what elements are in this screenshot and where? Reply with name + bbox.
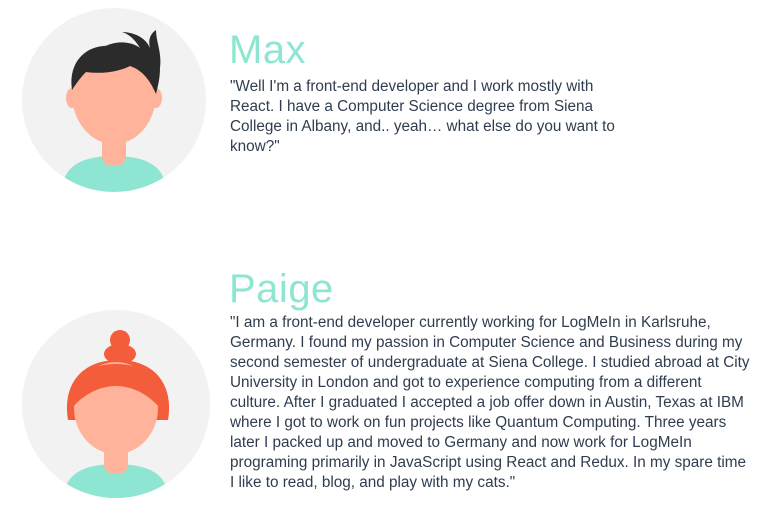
profile-name: Max <box>229 28 307 72</box>
profile-card-paige: Paige "I am a front-end developer curren… <box>0 250 759 514</box>
profile-bio: "Well I'm a front-end developer and I wo… <box>230 78 615 155</box>
profile-bio: "I am a front-end developer currently wo… <box>230 314 750 491</box>
male-avatar-icon <box>22 8 206 192</box>
profile-name: Paige <box>229 267 334 311</box>
profile-card-max: Max "Well I'm a front-end developer and … <box>0 0 759 200</box>
female-avatar-icon <box>22 310 210 498</box>
